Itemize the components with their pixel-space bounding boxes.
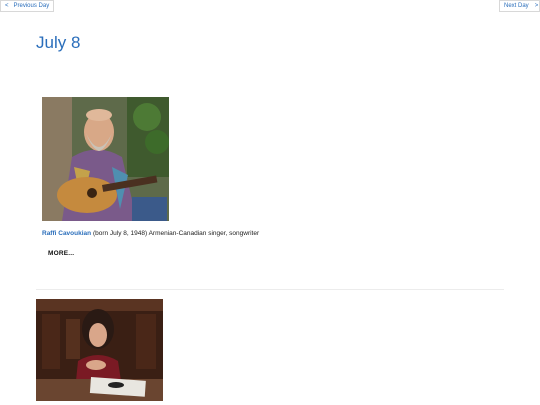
chevron-left-icon: <	[5, 3, 9, 9]
entry-name-link[interactable]: Raffi Cavoukian	[42, 230, 91, 237]
previous-day-button[interactable]: < Previous Day	[0, 0, 54, 12]
more-button[interactable]: MORE...	[48, 250, 74, 257]
previous-day-label: Previous Day	[13, 3, 50, 9]
portrait-seated-woman-icon	[36, 299, 163, 401]
entry-description: (born July 8, 1948) Armenian-Canadian si…	[92, 230, 260, 237]
entry-divider	[36, 289, 504, 290]
next-day-label: Next Day	[504, 3, 529, 9]
entry-photo[interactable]	[36, 299, 163, 401]
page-title: July 8	[36, 33, 81, 52]
entry-photo[interactable]	[42, 97, 169, 221]
entry-caption: Raffi Cavoukian (born July 8, 1948) Arme…	[42, 230, 259, 237]
next-day-button[interactable]: Next Day >	[499, 0, 540, 12]
portrait-with-guitar-icon	[42, 97, 169, 221]
chevron-right-icon: >	[534, 3, 539, 9]
